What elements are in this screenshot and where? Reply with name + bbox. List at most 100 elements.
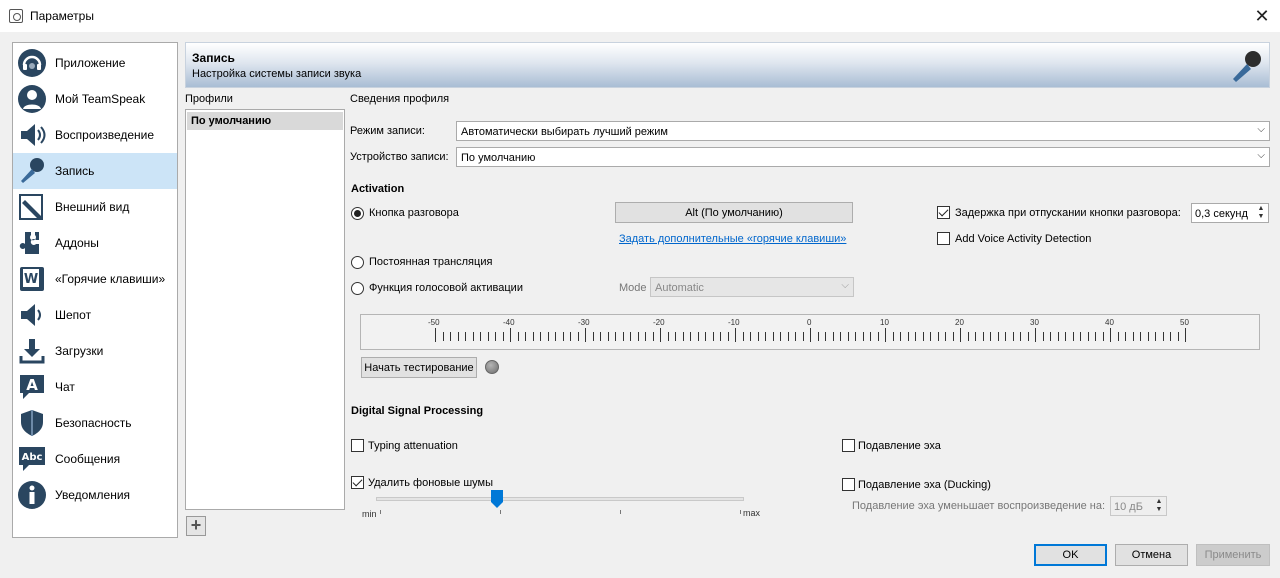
spin-up-icon[interactable]: ▲ [1154, 498, 1164, 506]
noise-removal-checkbox[interactable] [351, 476, 364, 489]
headset-icon [18, 49, 46, 77]
cancel-button[interactable]: Отмена [1115, 544, 1188, 566]
meter-tick [720, 332, 721, 341]
meter-tick [907, 332, 909, 341]
meter-tick [772, 332, 774, 341]
spin-up-icon[interactable]: ▲ [1256, 205, 1266, 213]
meter-tick [585, 328, 586, 342]
release-delay-value: 0,3 секунд [1195, 208, 1248, 220]
meter-tick [682, 332, 684, 341]
page-subtitle: Настройка системы записи звука [192, 68, 362, 80]
dsp-title: Digital Signal Processing [351, 405, 484, 417]
microphone-icon [1233, 51, 1261, 82]
meter-tick [1035, 328, 1036, 342]
echo-cancel-checkbox[interactable] [842, 439, 855, 452]
nav-item-addons[interactable]: Аддоны [13, 225, 177, 261]
nav-item-chat[interactable]: A Чат [13, 369, 177, 405]
slider-max-label: max [743, 508, 761, 518]
nav-item-security[interactable]: Безопасность [13, 405, 177, 441]
record-device-label: Устройство записи: [350, 151, 449, 163]
meter-tick [472, 332, 474, 341]
nav-label: Сообщения [55, 452, 121, 466]
meter-tick [555, 332, 556, 341]
typing-attenuation-label: Typing attenuation [368, 440, 458, 452]
meter-tick [1177, 332, 1179, 341]
start-test-button[interactable]: Начать тестирование [361, 357, 477, 378]
meter-tick [810, 328, 811, 342]
nav-label: «Горячие клавиши» [55, 272, 166, 286]
nav-item-hotkeys[interactable]: W «Горячие клавиши» [13, 261, 177, 297]
title-bar: Параметры ✕ [0, 0, 1280, 32]
nav-item-whisper[interactable]: Шепот [13, 297, 177, 333]
echo-ducking-label: Подавление эха (Ducking) [858, 479, 991, 491]
profile-name: По умолчанию [191, 115, 272, 127]
nav-item-downloads[interactable]: Загрузки [13, 333, 177, 369]
apply-button[interactable]: Применить [1196, 544, 1270, 566]
profile-item[interactable]: По умолчанию [187, 112, 343, 130]
ptt-key-button-label: Alt (По умолчанию) [685, 206, 783, 219]
noise-slider-track[interactable] [376, 497, 744, 501]
meter-tick [600, 332, 601, 341]
record-device-select[interactable]: По умолчанию ⌵ [456, 147, 1270, 167]
meter-tick [780, 332, 781, 341]
voice-activation-radio[interactable] [351, 282, 364, 295]
meter-tick [667, 332, 669, 341]
slider-tick [740, 510, 741, 514]
activation-title: Activation [351, 183, 405, 195]
close-icon[interactable]: ✕ [1250, 4, 1274, 28]
meter-tick [832, 332, 834, 341]
nav-item-application[interactable]: Приложение [13, 45, 177, 81]
spin-down-icon[interactable]: ▼ [1154, 506, 1164, 514]
meter-tick [457, 332, 459, 341]
meter-tick [607, 332, 609, 341]
spin-down-icon[interactable]: ▼ [1256, 213, 1266, 221]
meter-tick [885, 328, 886, 342]
nav-label: Загрузки [55, 344, 104, 358]
speaker-icon [21, 124, 46, 146]
hotkeys-link[interactable]: Задать дополнительные «горячие клавиши» [619, 233, 846, 245]
ptt-radio[interactable] [351, 207, 364, 220]
ptt-key-button[interactable]: Alt (По умолчанию) [615, 202, 853, 223]
nav-item-playback[interactable]: Воспроизведение [13, 117, 177, 153]
user-icon [18, 85, 46, 113]
nav-item-design[interactable]: Внешний вид [13, 189, 177, 225]
meter-tick [787, 332, 789, 341]
meter-tick [1042, 332, 1044, 341]
meter-tick [960, 328, 961, 342]
voice-activation-label: Функция голосовой активации [369, 282, 523, 294]
ok-button[interactable]: OK [1034, 544, 1107, 566]
puzzle-icon [19, 232, 39, 254]
nav-item-my-teamspeak[interactable]: Мой TeamSpeak [13, 81, 177, 117]
release-delay-checkbox[interactable] [937, 206, 950, 219]
record-mode-label: Режим записи: [350, 125, 425, 137]
meter-tick [1095, 332, 1096, 341]
continuous-radio[interactable] [351, 256, 364, 269]
ptt-label: Кнопка разговора [369, 207, 459, 219]
nav-label: Аддоны [55, 236, 99, 250]
nav-item-notifications[interactable]: Уведомления [13, 477, 177, 513]
mode-select[interactable]: Automatic ⌵ [650, 277, 854, 297]
add-profile-button[interactable]: + [186, 516, 206, 536]
record-mode-value: Автоматически выбирать лучший режим [461, 126, 668, 138]
meter-tick [675, 332, 676, 341]
echo-ducking-checkbox[interactable] [842, 478, 855, 491]
status-led-icon [485, 360, 499, 374]
noise-slider-thumb[interactable] [491, 490, 504, 508]
nav-label: Воспроизведение [55, 128, 155, 142]
record-mode-select[interactable]: Автоматически выбирать лучший режим ⌵ [456, 121, 1270, 141]
meter-tick [990, 332, 991, 341]
meter-tick [1012, 332, 1014, 341]
nav-label: Запись [55, 164, 95, 178]
nav-item-capture[interactable]: Запись [13, 153, 177, 189]
meter-tick [1162, 332, 1164, 341]
typing-attenuation-checkbox[interactable] [351, 439, 364, 452]
vad-checkbox[interactable] [937, 232, 950, 245]
meter-tick [517, 332, 519, 341]
release-delay-spinner[interactable]: 0,3 секунд ▲ ▼ [1191, 203, 1269, 223]
nav-item-messages[interactable]: Abc Сообщения [13, 441, 177, 477]
meter-tick [922, 332, 924, 341]
meter-tick [727, 332, 729, 341]
page-header: Запись Настройка системы записи звука [185, 42, 1270, 88]
meter-tick [862, 332, 864, 341]
ducking-reduce-spinner[interactable]: 10 дБ ▲ ▼ [1110, 496, 1167, 516]
